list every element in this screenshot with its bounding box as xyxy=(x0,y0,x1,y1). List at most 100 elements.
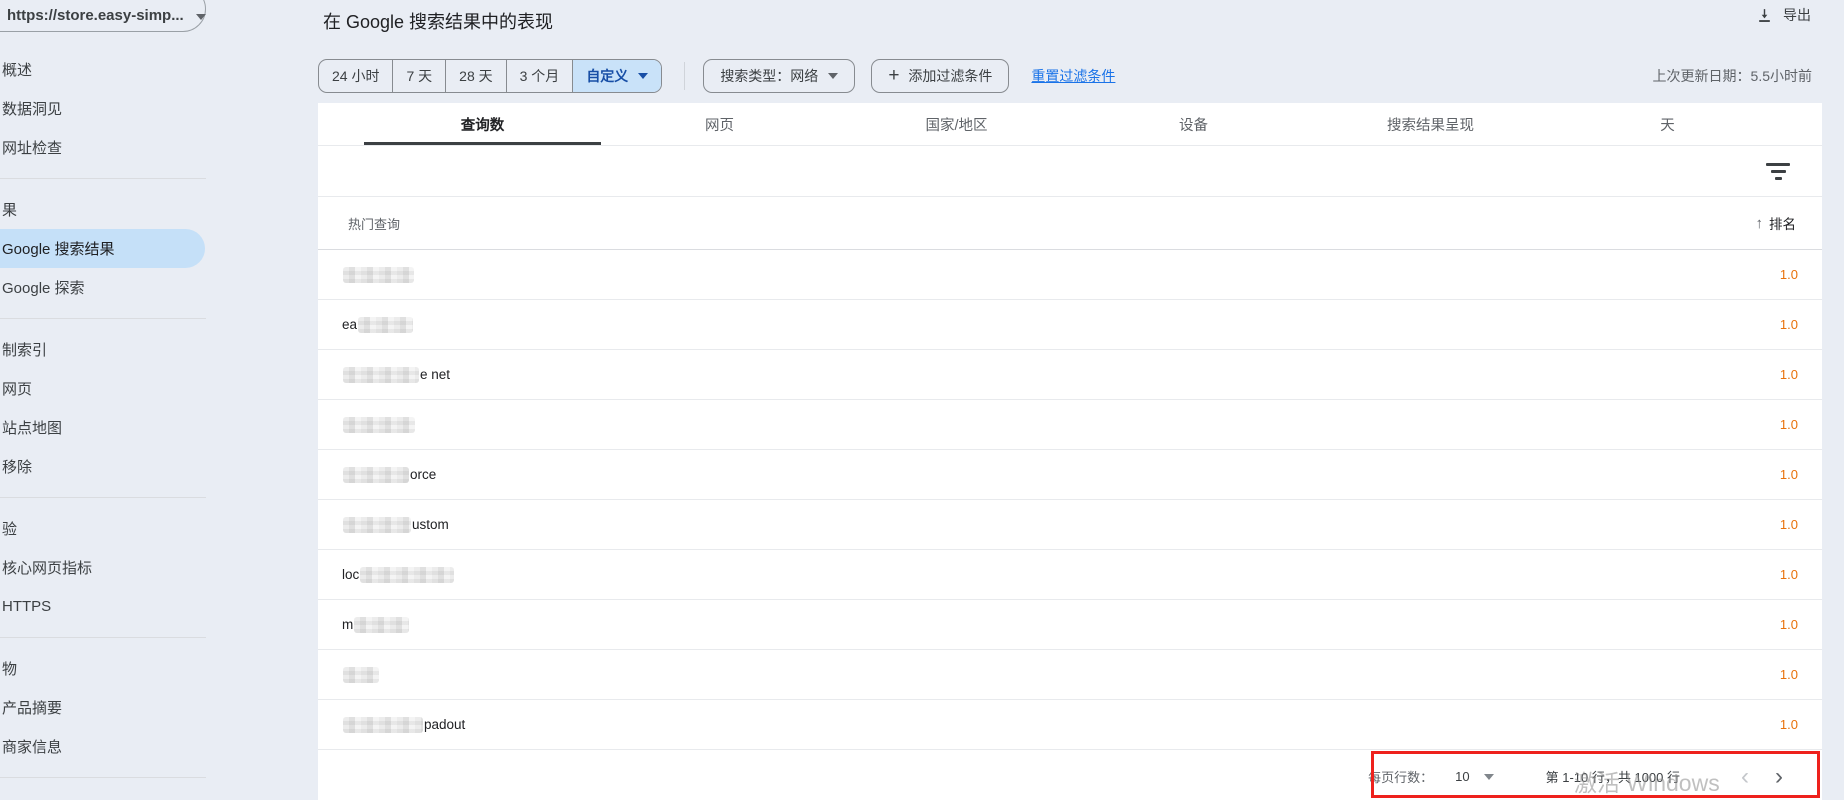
query-text: loc xyxy=(342,567,359,582)
property-selector[interactable]: https://store.easy-simp... xyxy=(0,0,206,32)
table-row[interactable]: ea 1.0 xyxy=(318,300,1822,350)
query-text: ea xyxy=(342,317,357,332)
redacted-query-blur xyxy=(343,417,415,433)
position-value: 1.0 xyxy=(1780,667,1798,682)
date-range-button[interactable]: 24 小时 xyxy=(319,60,393,92)
redacted-query-blur xyxy=(343,717,423,733)
position-value: 1.0 xyxy=(1780,317,1798,332)
position-value: 1.0 xyxy=(1780,367,1798,382)
metric-tab-label: 网页 xyxy=(705,114,734,135)
search-type-label: 搜索类型：网络 xyxy=(720,66,818,86)
sidebar-item[interactable]: 商家信息 xyxy=(0,727,205,766)
table-row[interactable]: m1.0 xyxy=(318,600,1822,650)
query-cell xyxy=(342,667,380,683)
query-cell: orce xyxy=(342,467,436,483)
date-range-button[interactable]: 7 天 xyxy=(393,60,446,92)
chevron-down-icon xyxy=(638,73,648,79)
filter-list-icon[interactable] xyxy=(1766,163,1790,180)
table-row[interactable]: 1.0 xyxy=(318,250,1822,300)
export-button[interactable]: 导出 xyxy=(1756,5,1811,25)
metric-tab-label: 搜索结果呈现 xyxy=(1387,114,1474,135)
redacted-query-blur xyxy=(360,567,454,583)
metric-tab[interactable]: 国家/地区 xyxy=(838,103,1075,145)
sidebar-item[interactable]: 果 xyxy=(0,190,205,229)
sidebar-divider xyxy=(0,318,206,319)
query-cell: loc xyxy=(342,567,455,583)
metric-tab-label: 查询数 xyxy=(461,114,505,135)
divider xyxy=(684,62,685,90)
pagination-range: 第 1-10 行，共 1000 行 xyxy=(1546,767,1680,786)
query-cell: m xyxy=(342,617,410,633)
sidebar-item[interactable]: 网址检查 xyxy=(0,128,205,167)
table-row[interactable]: 1.0 xyxy=(318,400,1822,450)
filter-bar: 24 小时 7 天 28 天 3 个月自定义 搜索类型：网络 + 添加过滤条件 重置过… xyxy=(318,59,1115,93)
metric-tab[interactable]: 搜索结果呈现 xyxy=(1312,103,1549,145)
rows-per-page-label: 每页行数： xyxy=(1368,767,1433,786)
next-page-button[interactable]: › xyxy=(1762,765,1796,789)
redacted-query-blur xyxy=(343,267,414,283)
property-selector-value: https://store.easy-simp... xyxy=(7,7,184,24)
date-range-label: 24 小时 xyxy=(332,66,379,86)
sidebar-item[interactable]: 制索引 xyxy=(0,330,205,369)
metric-tab[interactable]: 天 xyxy=(1549,103,1786,145)
sidebar-item[interactable]: 产品摘要 xyxy=(0,688,205,727)
sidebar-item[interactable]: 验 xyxy=(0,509,205,548)
sidebar-divider xyxy=(0,497,206,498)
search-type-button[interactable]: 搜索类型：网络 xyxy=(703,59,855,93)
sidebar-item[interactable]: Google 搜索结果 xyxy=(0,229,205,268)
date-range-button[interactable]: 28 天 xyxy=(446,60,506,92)
sidebar-divider xyxy=(0,178,206,179)
query-cell: ustom xyxy=(342,517,449,533)
sidebar-item[interactable]: 核心网页指标 xyxy=(0,548,205,587)
query-text: padout xyxy=(424,717,465,732)
sort-by-position[interactable]: ↑ 排名 xyxy=(1756,213,1797,233)
table-header-row: 热门查询 ↑ 排名 xyxy=(318,197,1822,250)
reset-filter-link[interactable]: 重置过滤条件 xyxy=(1031,66,1115,86)
metric-tabs: 查询数 网页 国家/地区 设备 搜索结果呈现 天 xyxy=(318,103,1822,146)
sidebar-item[interactable]: 站点地图 xyxy=(0,408,205,447)
rows-per-page-value: 10 xyxy=(1455,769,1469,784)
date-range-button[interactable]: 自定义 xyxy=(573,60,661,92)
metric-tab[interactable]: 网页 xyxy=(601,103,838,145)
chevron-down-icon xyxy=(1484,774,1494,780)
date-range-button[interactable]: 3 个月 xyxy=(507,60,574,92)
previous-page-button[interactable]: ‹ xyxy=(1728,765,1762,789)
query-text: m xyxy=(342,617,353,632)
sidebar-item[interactable]: 物 xyxy=(0,649,205,688)
table-row[interactable]: padout1.0 xyxy=(318,700,1822,750)
table-row[interactable]: e net1.0 xyxy=(318,350,1822,400)
metric-tab-label: 天 xyxy=(1660,114,1675,135)
sidebar-item[interactable]: Google 探索 xyxy=(0,268,205,307)
arrow-up-icon: ↑ xyxy=(1756,215,1764,232)
table-row[interactable]: 1.0 xyxy=(318,650,1822,700)
metric-tab[interactable]: 设备 xyxy=(1075,103,1312,145)
sidebar-item[interactable]: 概述 xyxy=(0,50,205,89)
metric-tab[interactable]: 查询数 xyxy=(364,103,601,145)
page-title: 在 Google 搜索结果中的表现 xyxy=(323,8,553,34)
sidebar-item[interactable]: HTTPS xyxy=(0,587,205,626)
date-range-group: 24 小时 7 天 28 天 3 个月自定义 xyxy=(318,59,662,93)
add-filter-button[interactable]: + 添加过滤条件 xyxy=(871,59,1009,93)
query-cell xyxy=(342,267,415,283)
sidebar-item[interactable]: 数据洞见 xyxy=(0,89,205,128)
date-range-label: 7 天 xyxy=(406,66,432,86)
metric-tab-label: 国家/地区 xyxy=(925,114,987,135)
query-cell: ea xyxy=(342,317,414,333)
table-row[interactable]: orce1.0 xyxy=(318,450,1822,500)
export-label: 导出 xyxy=(1783,5,1811,25)
query-cell: padout xyxy=(342,717,465,733)
redacted-query-blur xyxy=(358,317,413,333)
rows-per-page-select[interactable]: 10 xyxy=(1455,769,1493,784)
sidebar-item[interactable]: 网页 xyxy=(0,369,205,408)
table-filter-strip xyxy=(318,146,1822,197)
pagination-bar: 每页行数： 10 第 1-10 行，共 1000 行 ‹ › xyxy=(318,753,1822,800)
table-body: 1.0ea1.0e net1.01.0orce1.0ustom1.0loc1.0… xyxy=(318,250,1822,753)
sidebar-divider xyxy=(0,637,206,638)
sidebar-item[interactable]: 移除 xyxy=(0,447,205,486)
table-row[interactable]: loc 1.0 xyxy=(318,550,1822,600)
date-range-label: 28 天 xyxy=(459,66,492,86)
redacted-query-blur xyxy=(343,667,379,683)
sidebar-item[interactable]: 强功能 xyxy=(0,789,205,800)
position-value: 1.0 xyxy=(1780,567,1798,582)
table-row[interactable]: ustom1.0 xyxy=(318,500,1822,550)
